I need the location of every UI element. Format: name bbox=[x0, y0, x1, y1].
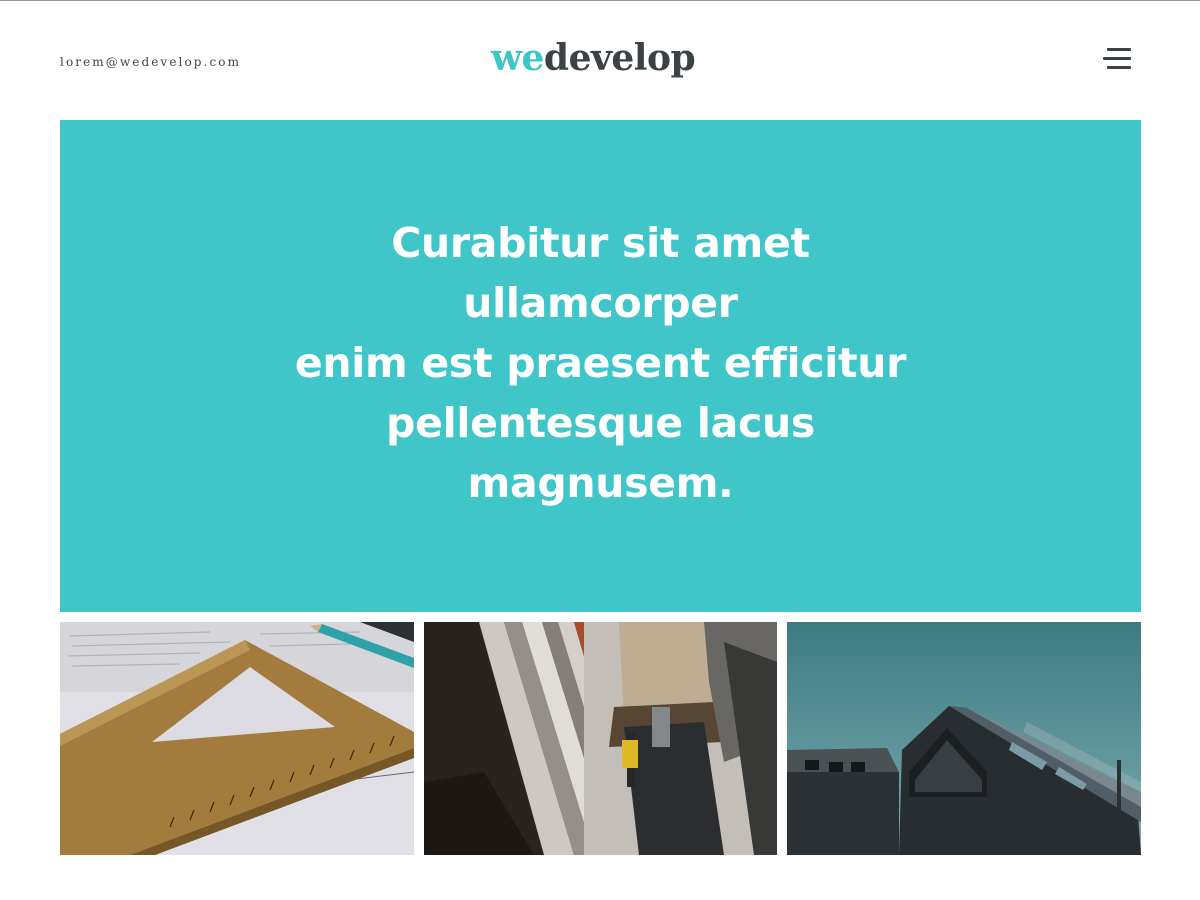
worker-photo-illustration bbox=[424, 622, 777, 855]
logo-main-text: develop bbox=[543, 37, 696, 79]
hero-line-1: Curabitur sit amet ullamcorper bbox=[391, 219, 810, 327]
site-logo[interactable]: wedevelop bbox=[491, 33, 696, 83]
hero-line-3: pellentesque lacus magnusem. bbox=[386, 399, 815, 507]
hero-headline: Curabitur sit amet ullamcorper enim est … bbox=[281, 213, 921, 513]
gallery-image-worker[interactable] bbox=[424, 622, 777, 855]
hero-line-2: enim est praesent efficitur bbox=[294, 339, 907, 387]
houses-photo-illustration bbox=[787, 622, 1141, 855]
hamburger-menu-icon[interactable] bbox=[1103, 48, 1131, 72]
contact-email-link[interactable]: lorem@wedevelop.com bbox=[60, 55, 241, 69]
top-border-line bbox=[0, 0, 1200, 1]
gallery-image-ruler[interactable] bbox=[60, 622, 414, 855]
image-gallery bbox=[60, 622, 1141, 855]
ruler-photo-illustration bbox=[60, 622, 414, 855]
menu-line bbox=[1107, 66, 1131, 69]
menu-line bbox=[1103, 57, 1131, 60]
gallery-image-houses[interactable] bbox=[787, 622, 1141, 855]
menu-line bbox=[1107, 48, 1131, 51]
site-header: lorem@wedevelop.com wedevelop bbox=[60, 30, 1140, 92]
hero-banner: Curabitur sit amet ullamcorper enim est … bbox=[60, 120, 1141, 612]
logo-accent-text: we bbox=[491, 37, 544, 79]
